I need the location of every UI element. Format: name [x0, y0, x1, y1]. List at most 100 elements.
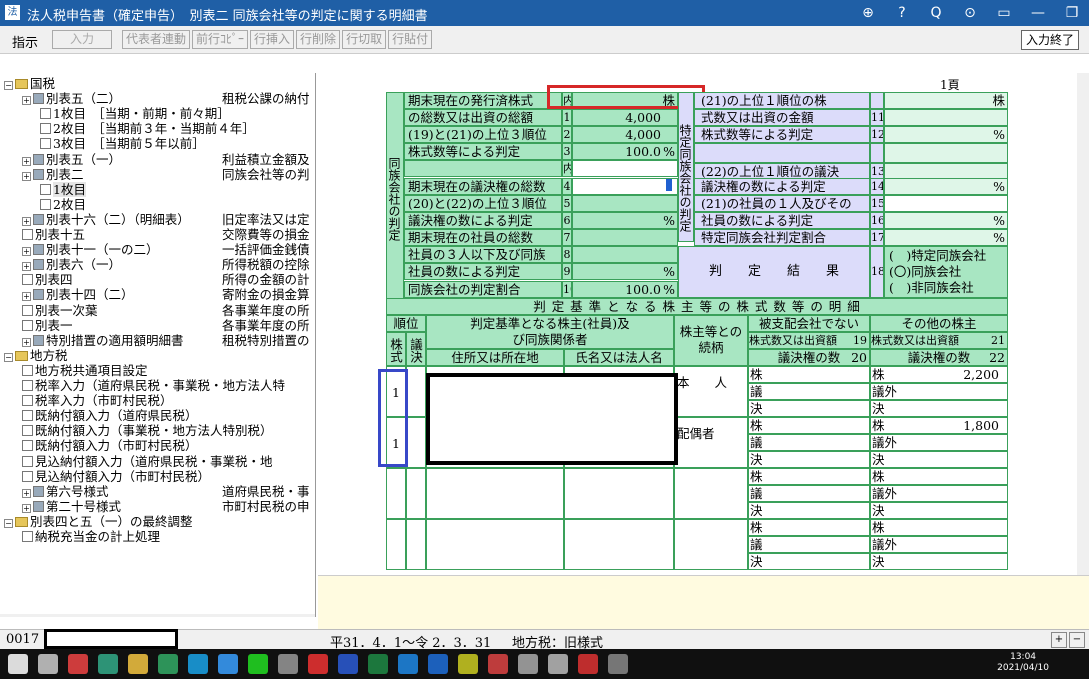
other-votes-cell-2[interactable]: 決 [870, 502, 1008, 519]
app-icon[interactable] [158, 654, 178, 674]
other-votes-cell-2[interactable]: 決 [870, 400, 1008, 417]
result-option[interactable]: (〇)同族会社 [889, 264, 961, 279]
left-row-value[interactable]: 100.0% [572, 143, 678, 160]
non-sub-votes-cell-2[interactable]: 決 [748, 553, 870, 570]
other-votes-cell[interactable]: 議外 [870, 383, 1008, 400]
expand-toggle-icon[interactable]: + [22, 247, 31, 257]
other-votes-cell[interactable]: 議外 [870, 434, 1008, 451]
edge-browser-icon[interactable] [398, 654, 418, 674]
calc-icon[interactable] [548, 654, 568, 674]
toolbar-button[interactable]: 行切取 [342, 30, 387, 49]
address-cell[interactable] [426, 519, 564, 570]
tree-item[interactable]: + 第六号様式 道府県民税・事 [0, 484, 315, 500]
tree-item[interactable]: 2枚目 ［当期前３年・当期前４年］ [0, 121, 315, 137]
tree-item[interactable]: + 別表五（二） 租税公課の納付 [0, 91, 315, 107]
tree-item[interactable]: − 国税 [0, 76, 315, 92]
name-cell[interactable] [564, 519, 674, 570]
restore-button[interactable]: ❐ [1055, 0, 1089, 26]
globe-search-icon[interactable]: ⊕ [851, 0, 885, 26]
right-row-value[interactable]: % [884, 126, 1008, 143]
right-row-value[interactable]: % [884, 178, 1008, 195]
non-sub-shares-cell[interactable]: 株 [748, 468, 870, 485]
right-row-value[interactable]: 株 [884, 92, 1008, 109]
tree-item[interactable]: 3枚目 ［当期前５年以前］ [0, 136, 315, 152]
tree-item[interactable]: 2枚目 [0, 197, 315, 213]
tree-item[interactable]: + 別表二 同族会社等の判 [0, 167, 315, 183]
toolbar-button[interactable]: 行貼付 [388, 30, 433, 49]
pen-icon[interactable] [278, 654, 298, 674]
edge-icon[interactable] [188, 654, 208, 674]
other-votes-cell[interactable]: 議外 [870, 485, 1008, 502]
right-row-value[interactable] [884, 143, 1008, 163]
rank-votes-cell[interactable] [406, 519, 426, 570]
address-cell[interactable] [426, 468, 564, 519]
left-row-value[interactable]: % [572, 212, 678, 229]
rank-shares-cell[interactable] [386, 468, 406, 519]
yayoi-icon[interactable] [458, 654, 478, 674]
tree-item[interactable]: 既納付額入力（道府県民税） [0, 408, 315, 424]
left-row-value[interactable] [572, 160, 678, 177]
tree-item[interactable]: 別表一 各事業年度の所 [0, 318, 315, 334]
non-sub-votes-cell[interactable]: 議 [748, 434, 870, 451]
tree-item[interactable]: 別表一次葉 各事業年度の所 [0, 303, 315, 319]
expand-toggle-icon[interactable]: + [22, 216, 31, 226]
left-row-value[interactable] [572, 178, 678, 195]
collapse-toggle-icon[interactable]: − [4, 518, 13, 528]
expand-toggle-icon[interactable]: + [22, 262, 31, 272]
right-row-value[interactable]: % [884, 212, 1008, 229]
non-sub-votes-cell[interactable]: 議 [748, 536, 870, 553]
result-options[interactable]: ( )特定同族会社 (〇)同族会社( )非同族会社 [884, 246, 1008, 298]
other-votes-cell-2[interactable]: 決 [870, 451, 1008, 468]
tree-item[interactable]: + 別表十六（二）（明細表） 旧定率法又は定 [0, 212, 315, 228]
non-sub-votes-cell[interactable]: 議 [748, 383, 870, 400]
right-row-value[interactable] [884, 109, 1008, 126]
tree-item[interactable]: 既納付額入力（市町村民税） [0, 438, 315, 454]
toolbar-button[interactable]: 行削除 [296, 30, 341, 49]
tree-item[interactable]: + 別表五（一） 利益積立金額及 [0, 152, 315, 168]
toolbar-button[interactable]: 前行ｺﾋﾟｰ [192, 30, 249, 49]
excel-icon[interactable] [368, 654, 388, 674]
tree-item[interactable]: 別表四 所得の金額の計 [0, 272, 315, 288]
left-row-value[interactable]: 4,000 [572, 126, 678, 143]
help-icon[interactable]: ? [885, 0, 919, 26]
expand-toggle-icon[interactable]: + [22, 171, 31, 181]
tree-item[interactable]: + 第二十号様式 市町村民税の申 [0, 499, 315, 515]
tree-item[interactable]: 1枚目 [0, 181, 315, 198]
tree-item[interactable]: 1枚目 ［当期・前期・前々期］ [0, 106, 315, 122]
expand-toggle-icon[interactable]: + [22, 337, 31, 347]
tree-item[interactable]: + 別表十四（二） 寄附金の損金算 [0, 287, 315, 303]
ie-icon[interactable] [428, 654, 448, 674]
minimize-button[interactable]: — [1021, 0, 1055, 26]
relation-cell[interactable]: 配偶者 [674, 417, 748, 468]
tree-item[interactable]: 税率入力（市町村民税） [0, 393, 315, 409]
word-icon[interactable] [338, 654, 358, 674]
non-sub-votes-cell[interactable]: 議 [748, 485, 870, 502]
tree-item[interactable]: 見込納付額入力（市町村民税） [0, 469, 315, 485]
folder-icon[interactable] [128, 654, 148, 674]
right-row-value[interactable] [884, 195, 1008, 212]
toolbar-button[interactable]: 行挿入 [250, 30, 295, 49]
tray-icon[interactable] [518, 654, 538, 674]
qa-icon[interactable]: Q [919, 0, 953, 26]
left-row-value[interactable]: % [572, 263, 678, 280]
rank-votes-cell[interactable] [406, 366, 426, 417]
tree-item[interactable]: − 地方税 [0, 348, 315, 364]
chrome-icon[interactable] [68, 654, 88, 674]
name-cell[interactable] [564, 468, 674, 519]
left-row-value[interactable]: 4,000 [572, 109, 678, 126]
rank-votes-cell[interactable] [406, 417, 426, 468]
monitor-icon[interactable]: ▭ [987, 0, 1021, 26]
other-votes-cell-2[interactable]: 決 [870, 553, 1008, 570]
rank-shares-cell[interactable] [386, 519, 406, 570]
relation-cell[interactable]: 本 人 [674, 366, 748, 417]
result-option[interactable]: ( )非同族会社 [889, 280, 974, 295]
other-shares-cell[interactable]: 1,800 株 [870, 417, 1008, 434]
tree-item[interactable]: 別表十五 交際費等の損金 [0, 227, 315, 243]
tree-item[interactable]: + 別表十一（一の二） 一括評価金銭債 [0, 242, 315, 258]
tree-item[interactable]: − 別表四と五（一）の最終調整 [0, 514, 315, 530]
zoom-in-icon[interactable]: + [1051, 632, 1067, 648]
non-sub-shares-cell[interactable]: 株 [748, 417, 870, 434]
tree-item[interactable]: + 特別措置の適用額明細書 租税特別措置の [0, 333, 315, 349]
rank-votes-cell[interactable] [406, 468, 426, 519]
tree-item[interactable]: 見込納付額入力（道府県民税・事業税・地 [0, 454, 315, 470]
